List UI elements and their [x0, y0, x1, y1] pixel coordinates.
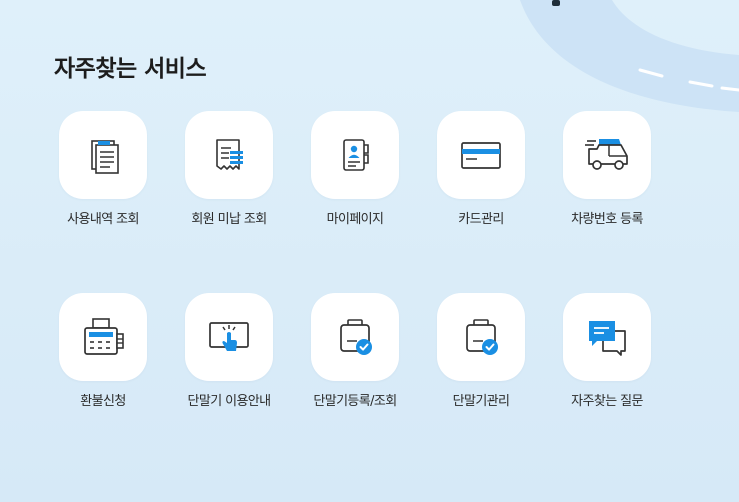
- service-refund-request[interactable]: 환불신청: [53, 293, 153, 410]
- service-tile[interactable]: [59, 293, 147, 381]
- credit-card-icon: [461, 142, 501, 169]
- vehicle-icon: [585, 139, 628, 170]
- service-tile[interactable]: [185, 111, 273, 199]
- refund-terminal-icon: [84, 318, 124, 355]
- service-label: 단말기관리: [452, 394, 510, 409]
- section-title: 자주찾는 서비스: [54, 56, 207, 82]
- service-card-management[interactable]: 카드관리: [431, 111, 531, 228]
- service-label: 회원 미납 조회: [191, 212, 267, 227]
- service-unpaid-inquiry[interactable]: 회원 미납 조회: [179, 111, 279, 228]
- service-terminal-management[interactable]: 단말기관리: [431, 293, 531, 410]
- receipt-list-icon: [91, 140, 119, 174]
- service-label: 차량번호 등록: [571, 212, 643, 227]
- service-terminal-register[interactable]: 단말기등록/조회: [305, 293, 405, 410]
- service-tile[interactable]: [311, 293, 399, 381]
- bill-unpaid-icon: [216, 139, 243, 170]
- service-label: 카드관리: [458, 212, 504, 227]
- service-label: 단말기등록/조회: [313, 394, 397, 409]
- service-label: 환불신청: [80, 394, 126, 409]
- service-usage-history[interactable]: 사용내역 조회: [53, 111, 153, 228]
- service-vehicle-registration[interactable]: 차량번호 등록: [557, 111, 657, 228]
- service-tile[interactable]: [59, 111, 147, 199]
- service-tile[interactable]: [311, 111, 399, 199]
- touch-screen-icon: [209, 322, 249, 351]
- service-tile[interactable]: [437, 111, 525, 199]
- service-label: 단말기 이용안내: [187, 394, 271, 409]
- faq-chat-icon: [589, 321, 626, 356]
- service-label: 자주찾는 질문: [571, 394, 643, 409]
- device-check-icon: [340, 319, 372, 355]
- user-profile-icon: [343, 139, 369, 171]
- service-tile[interactable]: [185, 293, 273, 381]
- service-label: 마이페이지: [326, 212, 384, 227]
- service-tile[interactable]: [563, 111, 651, 199]
- service-mypage[interactable]: 마이페이지: [305, 111, 405, 228]
- service-tile[interactable]: [563, 293, 651, 381]
- device-manage-icon: [466, 319, 498, 355]
- service-grid: 사용내역 조회 회원 미납 조회 마이페이지 카드관리 차량번호 등록 환불신청…: [53, 111, 657, 410]
- service-terminal-guide[interactable]: 단말기 이용안내: [179, 293, 279, 410]
- service-label: 사용내역 조회: [67, 212, 139, 227]
- service-faq[interactable]: 자주찾는 질문: [557, 293, 657, 410]
- service-tile[interactable]: [437, 293, 525, 381]
